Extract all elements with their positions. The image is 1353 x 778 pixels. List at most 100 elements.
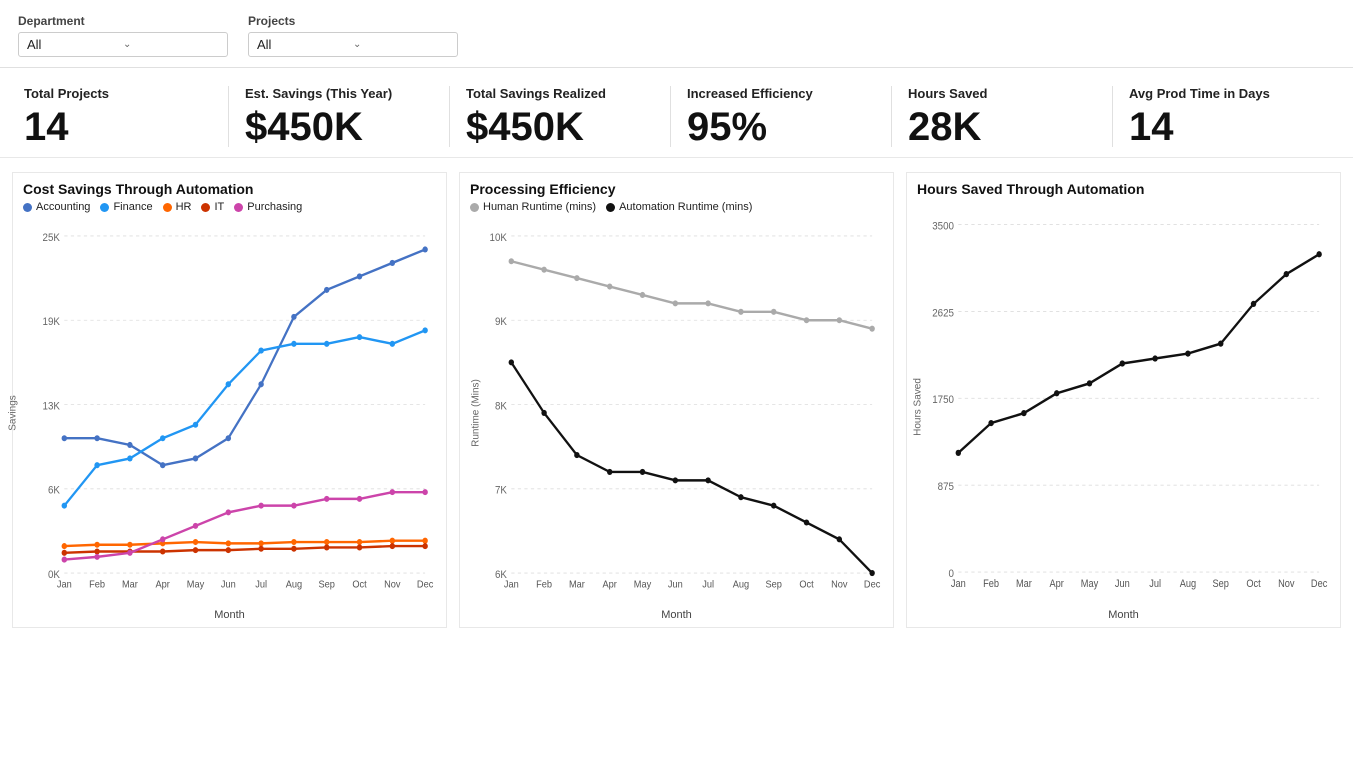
svg-text:9K: 9K xyxy=(495,317,507,329)
svg-text:3500: 3500 xyxy=(932,220,954,233)
legend-item: IT xyxy=(201,201,224,213)
kpi-value-5: 14 xyxy=(1129,107,1174,147)
svg-text:1750: 1750 xyxy=(932,394,954,407)
cost-savings-panel: Cost Savings Through Automation Accounti… xyxy=(12,172,447,628)
department-filter-group: Department All ⌄ xyxy=(18,14,228,57)
svg-text:2625: 2625 xyxy=(932,307,954,320)
kpi-value-3: 95% xyxy=(687,107,767,147)
legend-dot xyxy=(234,203,243,212)
hours-saved-x-label: Month xyxy=(917,609,1330,627)
cost-savings-title: Cost Savings Through Automation xyxy=(23,181,436,197)
legend-item: Finance xyxy=(100,201,152,213)
kpi-label-0: Total Projects xyxy=(24,86,109,101)
legend-item: Purchasing xyxy=(234,201,302,213)
kpi-label-2: Total Savings Realized xyxy=(466,86,606,101)
svg-text:Jan: Jan xyxy=(504,579,519,591)
kpi-label-4: Hours Saved xyxy=(908,86,987,101)
kpi-item-0: Total Projects 14 xyxy=(20,86,229,147)
svg-text:Mar: Mar xyxy=(122,579,139,591)
svg-text:Sep: Sep xyxy=(319,579,336,591)
cost-savings-chart-area: Savings 25K19K13K6K0KJanFebMarAprMayJunJ… xyxy=(23,219,436,607)
svg-text:Jul: Jul xyxy=(1149,578,1161,590)
svg-text:Jul: Jul xyxy=(702,579,714,591)
projects-filter-group: Projects All ⌄ xyxy=(248,14,458,57)
legend-dot xyxy=(23,203,32,212)
kpi-value-1: $450K xyxy=(245,107,363,147)
kpi-item-1: Est. Savings (This Year) $450K xyxy=(229,86,450,147)
projects-label: Projects xyxy=(248,14,458,28)
svg-text:May: May xyxy=(634,579,652,591)
kpi-value-0: 14 xyxy=(24,107,69,147)
legend-dot xyxy=(100,203,109,212)
legend-dot xyxy=(470,203,479,212)
kpi-item-4: Hours Saved 28K xyxy=(892,86,1113,147)
legend-label: HR xyxy=(176,201,192,213)
legend-label: Automation Runtime (mins) xyxy=(619,201,752,213)
svg-text:Apr: Apr xyxy=(603,579,618,591)
kpi-value-4: 28K xyxy=(908,107,981,147)
legend-item: Human Runtime (mins) xyxy=(470,201,596,213)
department-value: All xyxy=(27,37,123,52)
svg-text:19K: 19K xyxy=(43,317,60,329)
legend-label: Accounting xyxy=(36,201,90,213)
filters-bar: Department All ⌄ Projects All ⌄ xyxy=(0,0,1353,68)
kpi-label-1: Est. Savings (This Year) xyxy=(245,86,392,101)
svg-text:Oct: Oct xyxy=(1246,578,1261,590)
svg-text:Dec: Dec xyxy=(417,579,434,591)
svg-text:875: 875 xyxy=(938,481,954,494)
kpi-item-3: Increased Efficiency 95% xyxy=(671,86,892,147)
department-chevron-icon: ⌄ xyxy=(123,39,219,50)
projects-select[interactable]: All ⌄ xyxy=(248,32,458,57)
kpi-value-2: $450K xyxy=(466,107,584,147)
svg-text:8K: 8K xyxy=(495,401,507,413)
svg-text:Mar: Mar xyxy=(1016,578,1033,590)
processing-efficiency-x-label: Month xyxy=(470,609,883,627)
legend-label: Human Runtime (mins) xyxy=(483,201,596,213)
svg-text:Jul: Jul xyxy=(255,579,267,591)
svg-text:Jan: Jan xyxy=(951,578,966,590)
kpi-label-5: Avg Prod Time in Days xyxy=(1129,86,1270,101)
svg-text:Nov: Nov xyxy=(1278,578,1294,590)
kpi-item-2: Total Savings Realized $450K xyxy=(450,86,671,147)
svg-text:Jun: Jun xyxy=(1115,578,1130,590)
svg-text:Feb: Feb xyxy=(89,579,105,591)
svg-text:Dec: Dec xyxy=(864,579,881,591)
legend-label: Purchasing xyxy=(247,201,302,213)
svg-text:Jan: Jan xyxy=(57,579,72,591)
svg-text:Sep: Sep xyxy=(1213,578,1230,590)
svg-text:Dec: Dec xyxy=(1311,578,1327,590)
svg-text:May: May xyxy=(187,579,205,591)
kpi-item-5: Avg Prod Time in Days 14 xyxy=(1113,86,1333,147)
svg-text:Apr: Apr xyxy=(1050,578,1065,590)
svg-text:Mar: Mar xyxy=(569,579,586,591)
svg-text:Feb: Feb xyxy=(983,578,999,590)
department-label: Department xyxy=(18,14,228,28)
cost-savings-legend: Accounting Finance HR IT Purchasing xyxy=(23,201,436,213)
svg-text:Jun: Jun xyxy=(668,579,683,591)
hours-saved-chart-area: Hours Saved 3500262517508750JanFebMarApr… xyxy=(917,207,1330,607)
legend-item: HR xyxy=(163,201,192,213)
processing-efficiency-title: Processing Efficiency xyxy=(470,181,883,197)
svg-text:May: May xyxy=(1081,578,1098,590)
svg-text:Aug: Aug xyxy=(286,579,302,591)
kpi-label-3: Increased Efficiency xyxy=(687,86,813,101)
hours-saved-panel: Hours Saved Through Automation Hours Sav… xyxy=(906,172,1341,628)
legend-item: Automation Runtime (mins) xyxy=(606,201,752,213)
hours-saved-y-label: Hours Saved xyxy=(912,378,923,436)
svg-text:Oct: Oct xyxy=(352,579,367,591)
processing-efficiency-panel: Processing Efficiency Human Runtime (min… xyxy=(459,172,894,628)
legend-label: Finance xyxy=(113,201,152,213)
svg-text:Apr: Apr xyxy=(156,579,171,591)
hours-saved-title: Hours Saved Through Automation xyxy=(917,181,1330,197)
svg-text:6K: 6K xyxy=(48,485,60,497)
legend-dot xyxy=(163,203,172,212)
charts-row: Cost Savings Through Automation Accounti… xyxy=(0,158,1353,628)
svg-text:Oct: Oct xyxy=(799,579,814,591)
svg-text:10K: 10K xyxy=(490,232,507,244)
svg-text:Sep: Sep xyxy=(766,579,783,591)
processing-efficiency-chart-area: Runtime (Mins) 10K9K8K7K6KJanFebMarAprMa… xyxy=(470,219,883,607)
cost-savings-x-label: Month xyxy=(23,609,436,627)
department-select[interactable]: All ⌄ xyxy=(18,32,228,57)
projects-chevron-icon: ⌄ xyxy=(353,39,449,50)
svg-text:Jun: Jun xyxy=(221,579,236,591)
